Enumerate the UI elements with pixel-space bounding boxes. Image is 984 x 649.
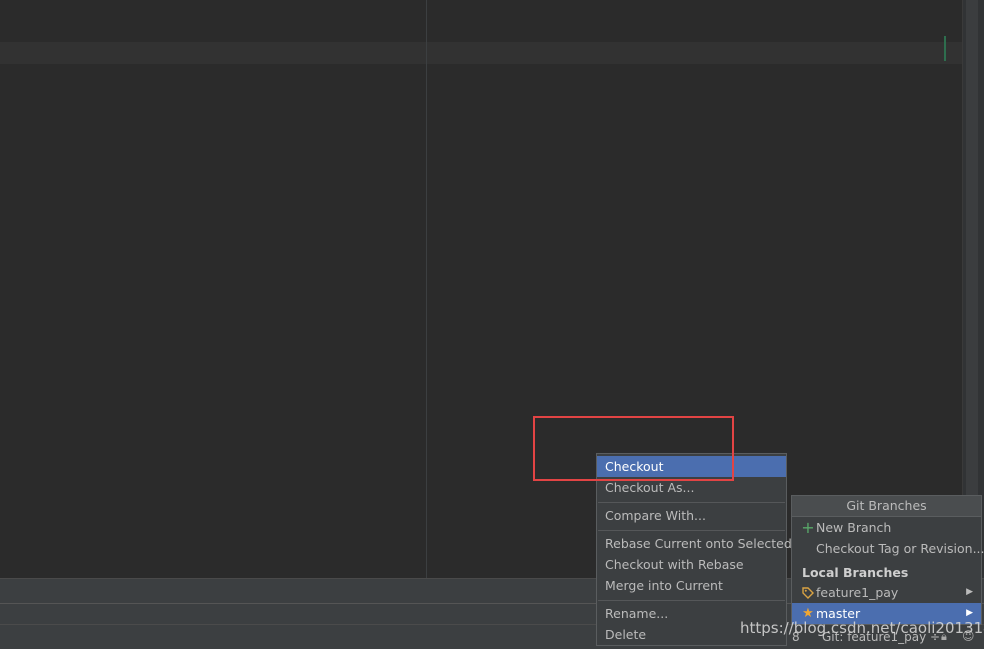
branch-context-menu: Checkout Checkout As... Compare With... … xyxy=(596,453,792,646)
popup-title: Git Branches xyxy=(792,496,981,517)
branch-item-feature1-pay[interactable]: feature1_pay ▶ xyxy=(792,582,981,603)
menu-item-compare-with[interactable]: Compare With... xyxy=(597,505,786,526)
watermark-url: https://blog.csdn.net/caoli201314 xyxy=(740,619,984,637)
checkout-tag-label: Checkout Tag or Revision... xyxy=(816,541,984,556)
text-caret xyxy=(944,36,946,61)
new-branch-label: New Branch xyxy=(816,520,892,535)
git-branches-popup: Git Branches + New Branch Checkout Tag o… xyxy=(791,495,984,625)
menu-separator xyxy=(598,502,785,503)
local-branches-header: Local Branches xyxy=(802,565,909,580)
menu-separator xyxy=(598,600,785,601)
right-margin-guide xyxy=(426,0,427,578)
current-line-highlight xyxy=(0,42,962,64)
editor-area[interactable] xyxy=(0,0,962,578)
menu-item-checkout-with-rebase[interactable]: Checkout with Rebase xyxy=(597,554,786,575)
menu-item-rebase-onto-selected[interactable]: Rebase Current onto Selected xyxy=(597,533,792,554)
menu-item-merge-into-current[interactable]: Merge into Current xyxy=(597,575,786,596)
plus-icon: + xyxy=(801,518,815,537)
menu-separator xyxy=(598,530,785,531)
tag-icon xyxy=(801,582,815,603)
chevron-right-icon: ▶ xyxy=(966,587,973,597)
annotation-highlight-box xyxy=(533,416,734,481)
new-branch-item[interactable]: + New Branch xyxy=(792,517,981,538)
scrollbar-thumb[interactable] xyxy=(966,0,978,500)
branch-label: feature1_pay xyxy=(816,585,899,600)
checkout-tag-item[interactable]: Checkout Tag or Revision... xyxy=(792,538,984,559)
